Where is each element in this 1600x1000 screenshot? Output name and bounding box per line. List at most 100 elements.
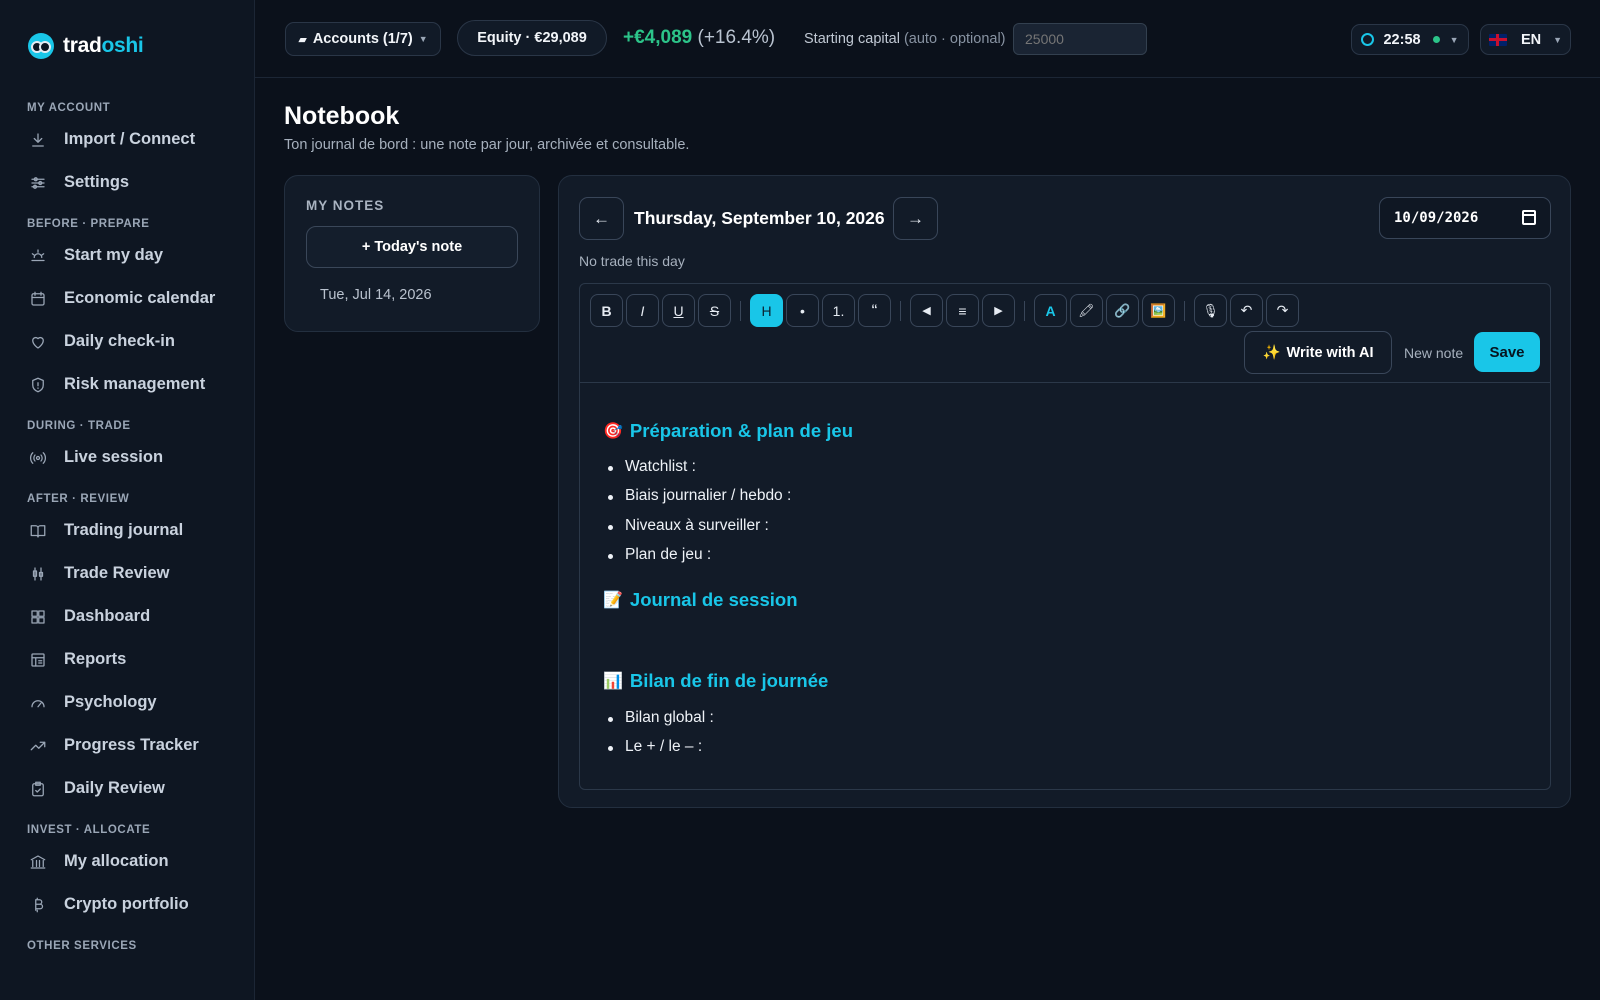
- sidebar-item-trading-journal[interactable]: Trading journal: [0, 509, 254, 552]
- sidebar-item-progress-tracker[interactable]: Progress Tracker: [0, 724, 254, 767]
- owl-logo-icon: [28, 33, 54, 59]
- sidebar-item-settings[interactable]: Settings: [0, 161, 254, 204]
- note-list-item[interactable]: Tue, Jul 14, 2026: [320, 287, 432, 303]
- voice-dictation-button[interactable]: 🎙: [1194, 294, 1227, 327]
- list-item: Plan de jeu :: [607, 546, 712, 563]
- sidebar-item-label: Trade Review: [64, 564, 170, 582]
- sidebar-item-daily-check-in[interactable]: Daily check-in: [0, 320, 254, 363]
- align-center-button[interactable]: ≡: [946, 294, 979, 327]
- list-item: Niveaux à surveiller :: [608, 517, 769, 534]
- bold-button[interactable]: B: [590, 294, 623, 327]
- section-title-invest-allocate: INVEST · ALLOCATE: [27, 824, 151, 836]
- quote-button[interactable]: “: [858, 294, 891, 327]
- text-color-button[interactable]: A: [1034, 294, 1067, 327]
- sidebar-item-reports[interactable]: Reports: [0, 638, 254, 681]
- chevron-down-icon: ▼: [1449, 34, 1459, 45]
- sidebar-item-trade-review[interactable]: Trade Review: [0, 552, 254, 595]
- next-day-button[interactable]: →: [893, 197, 938, 240]
- equity-label: Equity · €29,089: [477, 30, 587, 46]
- write-with-ai-button[interactable]: ✨ Write with AI: [1244, 331, 1392, 374]
- sidebar-item-live-session[interactable]: Live session: [0, 436, 254, 479]
- sidebar-item-label: Import / Connect: [64, 130, 196, 148]
- sidebar-item-my-allocation[interactable]: My allocation: [0, 840, 254, 883]
- uk-flag-icon: [1488, 33, 1507, 46]
- link-button[interactable]: 🔗: [1106, 294, 1139, 327]
- report-icon: [28, 650, 48, 670]
- align-left-button[interactable]: ◀: [910, 294, 943, 327]
- editor-content[interactable]: 🎯 Préparation & plan de jeu Watchlist : …: [603, 383, 1527, 789]
- memo-icon: 📝: [603, 592, 623, 609]
- starting-capital-input[interactable]: [1013, 23, 1147, 55]
- undo-button[interactable]: ↶: [1230, 294, 1263, 327]
- accounts-dropdown[interactable]: ▰ Accounts (1/7) ▼: [285, 22, 441, 56]
- highlight-button[interactable]: 🖍: [1070, 294, 1103, 327]
- clock-time: 22:58: [1383, 31, 1421, 48]
- insert-image-button[interactable]: 🖼️: [1142, 294, 1175, 327]
- editor-toolbar: B I U S H • 1. “ ◀ ≡ ▶ A 🖍 🔗 🖼️ 🎙 ↶ ↷ ✨ …: [580, 284, 1550, 383]
- save-button[interactable]: Save: [1474, 332, 1540, 372]
- list-item: Biais journalier / hebdo :: [607, 487, 792, 504]
- sidebar-item-dashboard[interactable]: Dashboard: [0, 595, 254, 638]
- redo-button[interactable]: ↷: [1266, 294, 1299, 327]
- note-heading: 🎯 Préparation & plan de jeu: [603, 420, 853, 442]
- pnl-display: +€4,089 (+16.4%): [623, 27, 775, 49]
- note-heading: 📝 Journal de session: [603, 589, 798, 611]
- target-icon: 🎯: [603, 423, 623, 440]
- sidebar-item-label: Daily check-in: [64, 332, 175, 350]
- gauge-icon: [28, 693, 48, 713]
- sidebar-item-risk-management[interactable]: Risk management: [0, 363, 254, 406]
- align-right-button[interactable]: ▶: [982, 294, 1015, 327]
- sidebar-item-label: Progress Tracker: [64, 736, 199, 754]
- todays-note-button[interactable]: + Today's note: [306, 226, 518, 268]
- calendar-icon[interactable]: [1522, 210, 1536, 225]
- clock-dropdown[interactable]: 22:58 ▼: [1351, 24, 1469, 55]
- new-note-button[interactable]: New note: [1404, 345, 1463, 361]
- sidebar-item-start-my-day[interactable]: Start my day: [0, 234, 254, 277]
- strikethrough-button[interactable]: S: [698, 294, 731, 327]
- broadcast-icon: [28, 448, 48, 468]
- heart-icon: [28, 332, 48, 352]
- sidebar-item-economic-calendar[interactable]: Economic calendar: [0, 277, 254, 320]
- capital-label-hint: (auto · optional): [903, 31, 1006, 47]
- sidebar-item-label: Start my day: [64, 246, 164, 264]
- brand-logo[interactable]: tradoshi: [28, 30, 144, 62]
- page-subtitle: Ton journal de bord : une note par jour,…: [284, 137, 690, 153]
- sidebar-item-import-connect[interactable]: Import / Connect: [0, 118, 254, 161]
- heading-button[interactable]: H: [750, 294, 783, 327]
- language-dropdown[interactable]: EN ▼: [1480, 24, 1571, 55]
- sparkles-icon: ✨: [1262, 345, 1281, 361]
- bar-chart-icon: 📊: [603, 673, 623, 690]
- sidebar-item-label: My allocation: [64, 852, 169, 870]
- trending-up-icon: [28, 736, 48, 756]
- previous-day-button[interactable]: ←: [579, 197, 624, 240]
- sidebar-item-psychology[interactable]: Psychology: [0, 681, 254, 724]
- shield-icon: [28, 375, 48, 395]
- note-heading: 📊 Bilan de fin de journée: [603, 670, 828, 692]
- calendar-icon: [28, 289, 48, 309]
- note-editor-panel: ← Thursday, September 10, 2026 → 10/09/2…: [558, 175, 1571, 808]
- brand-name-part2: oshi: [101, 34, 144, 57]
- write-with-ai-label: Write with AI: [1286, 344, 1374, 361]
- sidebar-item-daily-review[interactable]: Daily Review: [0, 767, 254, 810]
- brand-name-part1: trad: [63, 34, 102, 57]
- underline-button[interactable]: U: [662, 294, 695, 327]
- sidebar-nav: MY ACCOUNT Import / Connect Settings BEF…: [0, 98, 254, 956]
- sidebar-item-label: Live session: [64, 448, 164, 466]
- note-date-heading: Thursday, September 10, 2026: [634, 208, 885, 228]
- sidebar-item-label: Risk management: [64, 375, 206, 393]
- section-title-my-account: MY ACCOUNT: [27, 102, 111, 114]
- list-item: Le + / le – :: [607, 738, 703, 755]
- section-title-other-services: OTHER SERVICES: [27, 940, 137, 952]
- sidebar-item-label: Reports: [64, 650, 127, 668]
- ordered-list-button[interactable]: 1.: [822, 294, 855, 327]
- italic-button[interactable]: I: [626, 294, 659, 327]
- sunrise-icon: [28, 246, 48, 266]
- my-notes-title: MY NOTES: [306, 198, 385, 213]
- bullet-list-button[interactable]: •: [786, 294, 819, 327]
- starting-capital-label: Starting capital (auto · optional): [804, 31, 1006, 47]
- date-picker-input[interactable]: 10/09/2026: [1379, 197, 1551, 239]
- chevron-down-icon: ▼: [1553, 34, 1563, 45]
- list-item: Watchlist :: [608, 458, 696, 475]
- download-icon: [28, 130, 48, 150]
- sidebar-item-crypto-portfolio[interactable]: Crypto portfolio: [0, 883, 254, 926]
